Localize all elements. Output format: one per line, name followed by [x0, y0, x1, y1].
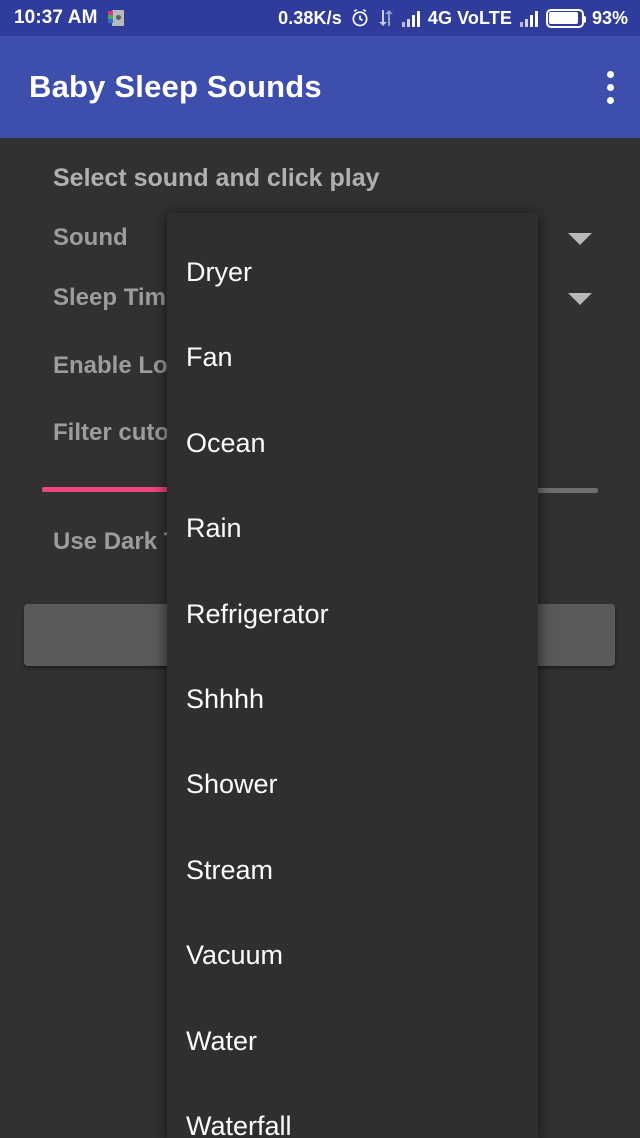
chevron-down-icon-sleep-timer[interactable] — [568, 293, 592, 305]
dropdown-item-ocean[interactable]: Ocean — [186, 430, 526, 457]
dropdown-item-waterfall[interactable]: Waterfall — [186, 1113, 526, 1138]
dropdown-item-fan[interactable]: Fan — [186, 344, 526, 371]
slider-active-track — [42, 487, 174, 492]
alarm-clock-icon — [350, 8, 370, 28]
dropdown-item-dryer[interactable]: Dryer — [186, 259, 526, 286]
status-bar-left: 10:37 AM — [0, 7, 125, 29]
app-bar: Baby Sleep Sounds — [0, 36, 640, 138]
label-filter-cutoff: Filter cutoff — [53, 419, 185, 446]
signal-bars-icon-secondary — [519, 10, 538, 27]
dropdown-item-shower[interactable]: Shower — [186, 771, 526, 798]
status-bar-right: 0.38K/s 4G VoLTE 93% — [278, 8, 640, 29]
status-clock: 10:37 AM — [14, 7, 98, 28]
chevron-down-icon-sound[interactable] — [568, 233, 592, 245]
signal-bars-icon — [401, 10, 420, 27]
network-type-label: 4G VoLTE — [427, 7, 512, 28]
dropdown-item-shhhh[interactable]: Shhhh — [186, 686, 526, 713]
dropdown-item-stream[interactable]: Stream — [186, 857, 526, 884]
sound-spinner-dropdown[interactable]: Dryer Fan Ocean Rain Refrigerator Shhhh … — [167, 213, 538, 1138]
dropdown-item-water[interactable]: Water — [186, 1028, 526, 1055]
app-screen: 10:37 AM 0.38K/s 4G VoLTE 93% Baby Sleep… — [0, 0, 640, 1138]
app-notification-icon — [107, 9, 125, 27]
label-sound: Sound — [53, 224, 128, 251]
status-bar: 10:37 AM 0.38K/s 4G VoLTE 93% — [0, 0, 640, 36]
dropdown-item-refrigerator[interactable]: Refrigerator — [186, 601, 526, 628]
battery-icon — [545, 8, 586, 28]
instruction-heading: Select sound and click play — [53, 164, 380, 192]
data-speed-label: 0.38K/s — [278, 7, 342, 28]
battery-percent-label: 93% — [591, 7, 628, 28]
data-transfer-icon — [378, 9, 394, 27]
more-vert-icon[interactable] — [607, 70, 640, 104]
page-title: Baby Sleep Sounds — [29, 69, 322, 104]
dropdown-item-vacuum[interactable]: Vacuum — [186, 942, 526, 969]
dropdown-item-rain[interactable]: Rain — [186, 515, 526, 542]
